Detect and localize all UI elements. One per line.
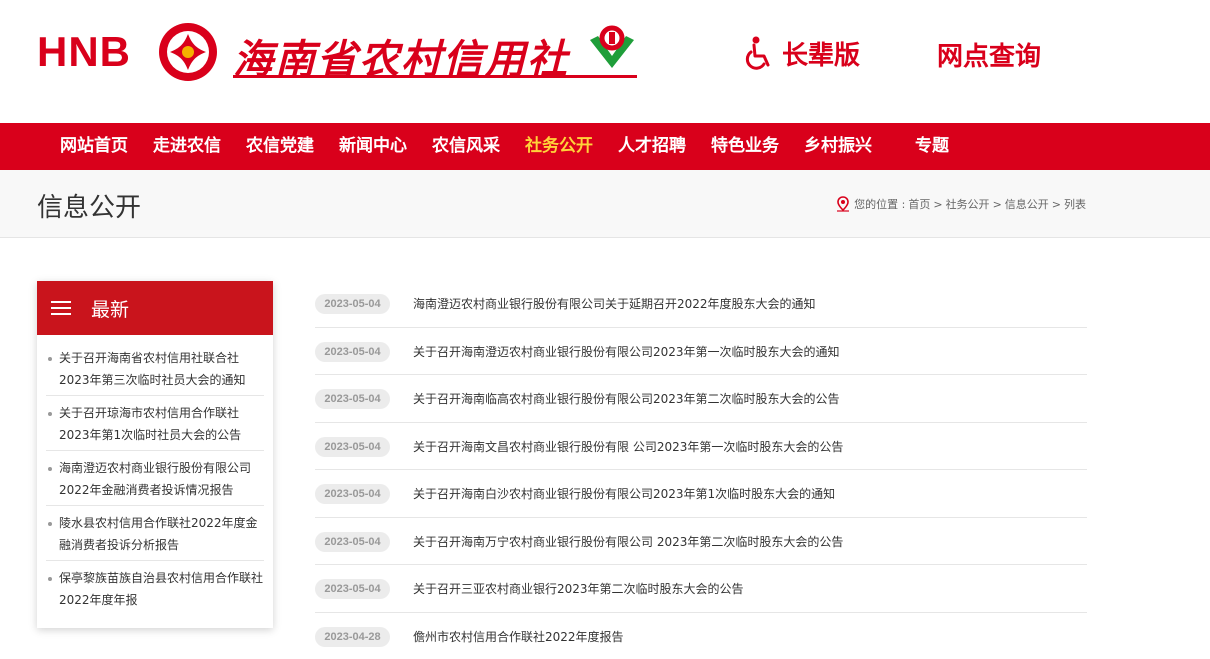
menu-icon xyxy=(51,301,71,315)
breadcrumb-separator: > xyxy=(933,197,943,211)
sidebar-item-line: 保亭黎族苗族自治县农村信用合作联社 xyxy=(59,571,264,585)
sidebar-item-line: 2023年第三次临时社员大会的通知 xyxy=(59,373,246,387)
article-date: 2023-05-04 xyxy=(315,341,390,362)
rcc-logo-icon xyxy=(590,25,634,68)
article-row[interactable]: 2023-05-04 关于召开海南文昌农村商业银行股份有限 公司2023年第一次… xyxy=(315,423,1087,470)
nav-item-rural[interactable]: 乡村振兴 xyxy=(804,123,872,170)
sidebar-item[interactable]: 关于召开海南省农村信用社联合社 2023年第三次临时社员大会的通知 xyxy=(46,341,264,396)
nav-item-topics[interactable]: 专题 xyxy=(915,123,949,170)
nav-item-recruitment[interactable]: 人才招聘 xyxy=(618,123,686,170)
elder-mode-label: 长辈版 xyxy=(782,40,861,71)
nav-item-style[interactable]: 农信风采 xyxy=(432,123,500,170)
article-title[interactable]: 关于召开海南白沙农村商业银行股份有限公司2023年第1次临时股东大会的通知 xyxy=(413,484,835,504)
page-title: 信息公开 xyxy=(37,193,142,223)
title-bar: 信息公开 您的位置 : 首页 > 社务公开 > 信息公开 > 列表 xyxy=(0,170,1210,238)
article-title[interactable]: 关于召开海南万宁农村商业银行股份有限公司 2023年第二次临时股东大会的公告 xyxy=(413,532,843,552)
latest-sidebar: 最新 关于召开海南省农村信用社联合社 2023年第三次临时社员大会的通知 关于召… xyxy=(37,281,273,628)
sidebar-item-line: 海南澄迈农村商业银行股份有限公司 xyxy=(59,461,252,475)
sidebar-item[interactable]: 保亭黎族苗族自治县农村信用合作联社 2022年度年报 xyxy=(46,561,264,616)
logo-emblem-icon xyxy=(159,23,217,81)
article-title[interactable]: 关于召开三亚农村商业银行2023年第二次临时股东大会的公告 xyxy=(413,579,744,599)
sidebar-item-line: 融消费者投诉分析报告 xyxy=(59,538,180,552)
article-title[interactable]: 关于召开海南澄迈农村商业银行股份有限公司2023年第一次临时股东大会的通知 xyxy=(413,342,840,362)
sidebar-item[interactable]: 关于召开琼海市农村信用合作联社 2023年第1次临时社员大会的公告 xyxy=(46,396,264,451)
breadcrumb-home[interactable]: 首页 xyxy=(908,196,930,212)
breadcrumb-list[interactable]: 列表 xyxy=(1064,196,1086,212)
article-date: 2023-05-04 xyxy=(315,436,390,457)
breadcrumb-info[interactable]: 信息公开 xyxy=(1005,196,1049,212)
nav-item-affairs[interactable]: 社务公开 xyxy=(525,123,593,170)
nav-item-party[interactable]: 农信党建 xyxy=(246,123,314,170)
sidebar-item-line: 2022年度年报 xyxy=(59,593,138,607)
article-date: 2023-05-04 xyxy=(315,294,390,314)
elder-mode-button[interactable]: 长辈版 xyxy=(744,34,860,72)
accessibility-icon xyxy=(745,36,770,70)
article-date: 2023-05-04 xyxy=(315,579,390,599)
logo-underline xyxy=(233,75,637,78)
article-date: 2023-04-28 xyxy=(315,626,390,647)
article-date: 2023-05-04 xyxy=(315,389,390,409)
article-row[interactable]: 2023-04-28 儋州市农村信用合作联社2022年度报告 xyxy=(315,613,1087,659)
sidebar-item[interactable]: 海南澄迈农村商业银行股份有限公司 2022年金融消费者投诉情况报告 xyxy=(46,451,264,506)
location-pin-icon xyxy=(837,196,850,212)
article-date: 2023-05-04 xyxy=(315,484,390,504)
article-title[interactable]: 海南澄迈农村商业银行股份有限公司关于延期召开2022年度股东大会的通知 xyxy=(413,294,816,314)
sidebar-item-line: 2022年金融消费者投诉情况报告 xyxy=(59,483,234,497)
article-row[interactable]: 2023-05-04 关于召开三亚农村商业银行2023年第二次临时股东大会的公告 xyxy=(315,565,1087,613)
sidebar-item[interactable]: 陵水县农村信用合作联社2022年度金 融消费者投诉分析报告 xyxy=(46,506,264,561)
article-list: 2023-05-04 海南澄迈农村商业银行股份有限公司关于延期召开2022年度股… xyxy=(315,280,1087,659)
sidebar-item-line: 2023年第1次临时社员大会的公告 xyxy=(59,428,242,442)
site-header: HNB 海南省农村信用社 长辈版 网点查询 xyxy=(0,0,1210,123)
article-title[interactable]: 关于召开海南文昌农村商业银行股份有限 公司2023年第一次临时股东大会的公告 xyxy=(413,437,843,457)
breadcrumb-separator: > xyxy=(1051,197,1061,211)
sidebar-list: 关于召开海南省农村信用社联合社 2023年第三次临时社员大会的通知 关于召开琼海… xyxy=(37,335,273,616)
article-row[interactable]: 2023-05-04 海南澄迈农村商业银行股份有限公司关于延期召开2022年度股… xyxy=(315,280,1087,328)
sidebar-item-line: 关于召开琼海市农村信用合作联社 xyxy=(59,406,240,420)
sidebar-title: 最新 xyxy=(91,298,130,321)
breadcrumb-prefix: 您的位置 : xyxy=(854,198,906,211)
article-row[interactable]: 2023-05-04 关于召开海南白沙农村商业银行股份有限公司2023年第1次临… xyxy=(315,470,1087,518)
nav-item-business[interactable]: 特色业务 xyxy=(711,123,779,170)
logo-hnb[interactable]: HNB xyxy=(37,28,131,76)
nav-item-home[interactable]: 网站首页 xyxy=(60,123,128,170)
article-date: 2023-05-04 xyxy=(315,531,390,552)
nav-item-about[interactable]: 走进农信 xyxy=(153,123,221,170)
article-title[interactable]: 关于召开海南临高农村商业银行股份有限公司2023年第二次临时股东大会的公告 xyxy=(413,389,840,409)
branch-query-link[interactable]: 网点查询 xyxy=(937,36,1041,73)
article-row[interactable]: 2023-05-04 关于召开海南万宁农村商业银行股份有限公司 2023年第二次… xyxy=(315,518,1087,565)
sidebar-item-line: 陵水县农村信用合作联社2022年度金 xyxy=(59,516,258,530)
breadcrumb: 您的位置 : 首页 > 社务公开 > 信息公开 > 列表 xyxy=(835,196,1086,212)
breadcrumb-affairs[interactable]: 社务公开 xyxy=(946,196,990,212)
article-title[interactable]: 儋州市农村信用合作联社2022年度报告 xyxy=(413,627,624,647)
sidebar-item-line: 关于召开海南省农村信用社联合社 xyxy=(59,351,240,365)
article-row[interactable]: 2023-05-04 关于召开海南临高农村商业银行股份有限公司2023年第二次临… xyxy=(315,375,1087,423)
main-nav: 网站首页 走进农信 农信党建 新闻中心 农信风采 社务公开 人才招聘 特色业务 … xyxy=(0,123,1210,170)
sidebar-header: 最新 xyxy=(37,281,273,335)
article-row[interactable]: 2023-05-04 关于召开海南澄迈农村商业银行股份有限公司2023年第一次临… xyxy=(315,328,1087,375)
nav-item-news[interactable]: 新闻中心 xyxy=(339,123,407,170)
breadcrumb-separator: > xyxy=(992,197,1002,211)
